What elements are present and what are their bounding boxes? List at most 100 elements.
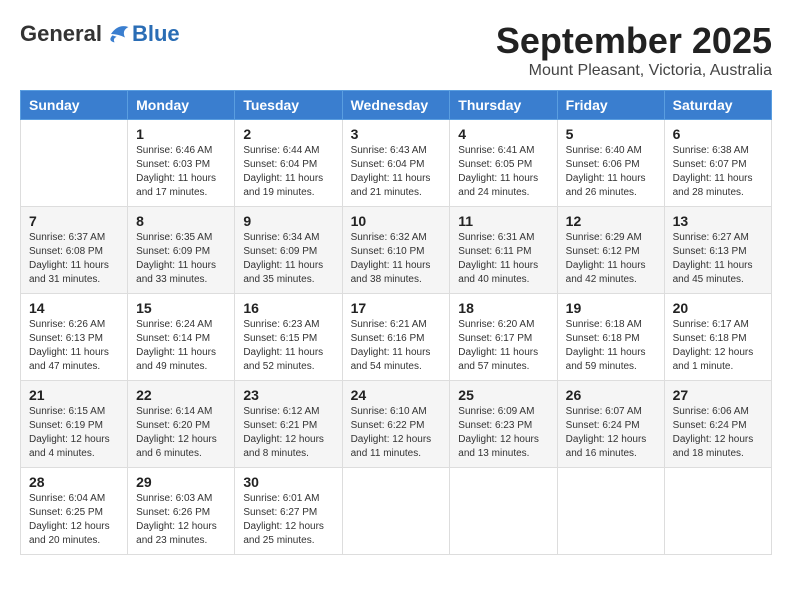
day-number: 4 — [458, 126, 548, 142]
page-header: General Blue September 2025 Mount Pleasa… — [20, 20, 772, 80]
calendar-day-header: Friday — [557, 91, 664, 120]
logo-bird-icon — [104, 20, 132, 48]
day-number: 14 — [29, 300, 119, 316]
calendar-cell: 28 Sunrise: 6:04 AM Sunset: 6:25 PM Dayli… — [21, 468, 128, 555]
day-number: 10 — [351, 213, 442, 229]
calendar-week-row: 14 Sunrise: 6:26 AM Sunset: 6:13 PM Dayli… — [21, 294, 772, 381]
calendar-cell: 23 Sunrise: 6:12 AM Sunset: 6:21 PM Dayli… — [235, 381, 342, 468]
day-number: 1 — [136, 126, 226, 142]
day-info: Sunrise: 6:43 AM Sunset: 6:04 PM Dayligh… — [351, 144, 442, 200]
day-number: 3 — [351, 126, 442, 142]
calendar-day-header: Saturday — [664, 91, 771, 120]
calendar-cell: 7Sunrise: 6:37 AM Sunset: 6:08 PM Daylig… — [21, 207, 128, 294]
day-number: 9 — [243, 213, 333, 229]
day-info: Sunrise: 6:01 AM Sunset: 6:27 PM Dayligh… — [243, 492, 333, 548]
calendar-cell — [664, 468, 771, 555]
calendar-cell: 16 Sunrise: 6:23 AM Sunset: 6:15 PM Dayli… — [235, 294, 342, 381]
day-info: Sunrise: 6:26 AM Sunset: 6:13 PM Dayligh… — [29, 318, 119, 374]
day-info: Sunrise: 6:14 AM Sunset: 6:20 PM Dayligh… — [136, 405, 226, 461]
calendar-cell: 8 Sunrise: 6:35 AM Sunset: 6:09 PM Daylig… — [128, 207, 235, 294]
day-number: 15 — [136, 300, 226, 316]
calendar-cell: 26 Sunrise: 6:07 AM Sunset: 6:24 PM Dayli… — [557, 381, 664, 468]
day-number: 19 — [566, 300, 656, 316]
day-number: 16 — [243, 300, 333, 316]
day-number: 30 — [243, 474, 333, 490]
day-number: 8 — [136, 213, 226, 229]
calendar-cell: 9 Sunrise: 6:34 AM Sunset: 6:09 PM Daylig… — [235, 207, 342, 294]
day-number: 2 — [243, 126, 333, 142]
logo: General Blue — [20, 20, 180, 48]
calendar-cell: 29 Sunrise: 6:03 AM Sunset: 6:26 PM Dayli… — [128, 468, 235, 555]
day-number: 28 — [29, 474, 119, 490]
day-number: 17 — [351, 300, 442, 316]
calendar-cell: 15 Sunrise: 6:24 AM Sunset: 6:14 PM Dayli… — [128, 294, 235, 381]
calendar-cell — [342, 468, 450, 555]
calendar-location: Mount Pleasant, Victoria, Australia — [496, 62, 772, 80]
day-info: Sunrise: 6:09 AM Sunset: 6:23 PM Dayligh… — [458, 405, 548, 461]
calendar-week-row: 1 Sunrise: 6:46 AM Sunset: 6:03 PM Daylig… — [21, 120, 772, 207]
calendar-cell: 21 Sunrise: 6:15 AM Sunset: 6:19 PM Dayli… — [21, 381, 128, 468]
calendar-cell: 5 Sunrise: 6:40 AM Sunset: 6:06 PM Daylig… — [557, 120, 664, 207]
calendar-week-row: 21 Sunrise: 6:15 AM Sunset: 6:19 PM Dayli… — [21, 381, 772, 468]
day-info: Sunrise: 6:34 AM Sunset: 6:09 PM Dayligh… — [243, 231, 333, 287]
calendar-body: 1 Sunrise: 6:46 AM Sunset: 6:03 PM Daylig… — [21, 120, 772, 555]
day-info: Sunrise: 6:41 AM Sunset: 6:05 PM Dayligh… — [458, 144, 548, 200]
logo-blue-text: Blue — [132, 21, 180, 47]
day-info: Sunrise: 6:12 AM Sunset: 6:21 PM Dayligh… — [243, 405, 333, 461]
day-info: Sunrise: 6:27 AM Sunset: 6:13 PM Dayligh… — [673, 231, 763, 287]
day-info: Sunrise: 6:31 AM Sunset: 6:11 PM Dayligh… — [458, 231, 548, 287]
calendar-day-header: Monday — [128, 91, 235, 120]
day-info: Sunrise: 6:24 AM Sunset: 6:14 PM Dayligh… — [136, 318, 226, 374]
calendar-day-header: Wednesday — [342, 91, 450, 120]
day-number: 13 — [673, 213, 763, 229]
logo-general-text: General — [20, 21, 102, 47]
calendar-cell: 6 Sunrise: 6:38 AM Sunset: 6:07 PM Daylig… — [664, 120, 771, 207]
day-info: Sunrise: 6:37 AM Sunset: 6:08 PM Dayligh… — [29, 231, 119, 287]
day-info: Sunrise: 6:38 AM Sunset: 6:07 PM Dayligh… — [673, 144, 763, 200]
calendar-cell — [21, 120, 128, 207]
day-number: 22 — [136, 387, 226, 403]
day-number: 5 — [566, 126, 656, 142]
day-info: Sunrise: 6:23 AM Sunset: 6:15 PM Dayligh… — [243, 318, 333, 374]
day-number: 26 — [566, 387, 656, 403]
calendar-cell: 13 Sunrise: 6:27 AM Sunset: 6:13 PM Dayli… — [664, 207, 771, 294]
day-info: Sunrise: 6:04 AM Sunset: 6:25 PM Dayligh… — [29, 492, 119, 548]
calendar-cell: 11 Sunrise: 6:31 AM Sunset: 6:11 PM Dayli… — [450, 207, 557, 294]
calendar-day-header: Tuesday — [235, 91, 342, 120]
day-number: 6 — [673, 126, 763, 142]
calendar-cell: 17 Sunrise: 6:21 AM Sunset: 6:16 PM Dayli… — [342, 294, 450, 381]
day-number: 23 — [243, 387, 333, 403]
calendar-cell: 27 Sunrise: 6:06 AM Sunset: 6:24 PM Dayli… — [664, 381, 771, 468]
calendar-cell: 3 Sunrise: 6:43 AM Sunset: 6:04 PM Daylig… — [342, 120, 450, 207]
calendar-week-row: 28 Sunrise: 6:04 AM Sunset: 6:25 PM Dayli… — [21, 468, 772, 555]
calendar-cell: 12 Sunrise: 6:29 AM Sunset: 6:12 PM Dayli… — [557, 207, 664, 294]
day-number: 21 — [29, 387, 119, 403]
day-info: Sunrise: 6:46 AM Sunset: 6:03 PM Dayligh… — [136, 144, 226, 200]
day-number: 24 — [351, 387, 442, 403]
day-info: Sunrise: 6:17 AM Sunset: 6:18 PM Dayligh… — [673, 318, 763, 374]
day-info: Sunrise: 6:15 AM Sunset: 6:19 PM Dayligh… — [29, 405, 119, 461]
calendar-cell: 10Sunrise: 6:32 AM Sunset: 6:10 PM Dayli… — [342, 207, 450, 294]
day-info: Sunrise: 6:21 AM Sunset: 6:16 PM Dayligh… — [351, 318, 442, 374]
day-info: Sunrise: 6:03 AM Sunset: 6:26 PM Dayligh… — [136, 492, 226, 548]
day-info: Sunrise: 6:06 AM Sunset: 6:24 PM Dayligh… — [673, 405, 763, 461]
day-info: Sunrise: 6:29 AM Sunset: 6:12 PM Dayligh… — [566, 231, 656, 287]
calendar-cell: 25Sunrise: 6:09 AM Sunset: 6:23 PM Dayli… — [450, 381, 557, 468]
day-number: 27 — [673, 387, 763, 403]
calendar-cell: 19 Sunrise: 6:18 AM Sunset: 6:18 PM Dayli… — [557, 294, 664, 381]
calendar-cell — [450, 468, 557, 555]
day-number: 12 — [566, 213, 656, 229]
day-number: 29 — [136, 474, 226, 490]
calendar-title: September 2025 — [496, 20, 772, 62]
calendar-day-header: Sunday — [21, 91, 128, 120]
day-info: Sunrise: 6:18 AM Sunset: 6:18 PM Dayligh… — [566, 318, 656, 374]
day-info: Sunrise: 6:35 AM Sunset: 6:09 PM Dayligh… — [136, 231, 226, 287]
calendar-cell: 22 Sunrise: 6:14 AM Sunset: 6:20 PM Dayli… — [128, 381, 235, 468]
title-block: September 2025 Mount Pleasant, Victoria,… — [496, 20, 772, 80]
day-number: 11 — [458, 213, 548, 229]
day-info: Sunrise: 6:44 AM Sunset: 6:04 PM Dayligh… — [243, 144, 333, 200]
calendar-cell: 2 Sunrise: 6:44 AM Sunset: 6:04 PM Daylig… — [235, 120, 342, 207]
day-info: Sunrise: 6:40 AM Sunset: 6:06 PM Dayligh… — [566, 144, 656, 200]
day-number: 20 — [673, 300, 763, 316]
day-info: Sunrise: 6:07 AM Sunset: 6:24 PM Dayligh… — [566, 405, 656, 461]
